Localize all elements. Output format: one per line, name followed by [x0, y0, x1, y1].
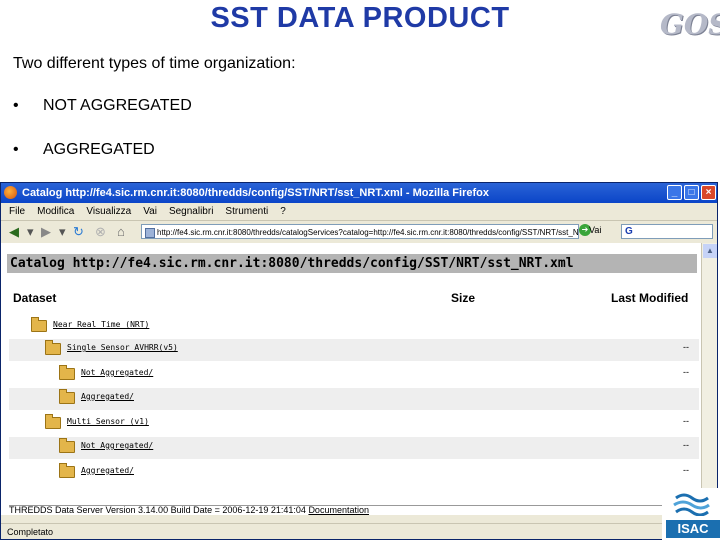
last-modified-value: -- — [683, 416, 689, 426]
folder-icon — [31, 317, 47, 332]
last-modified-value: -- — [683, 367, 689, 377]
menu-bar: File Modifica Visualizza Vai Segnalibri … — [1, 203, 717, 221]
bullet-glyph: • — [13, 97, 19, 114]
bullet-text: AGGREGATED — [43, 141, 155, 158]
search-input[interactable]: G — [621, 224, 713, 239]
bullet-item: • NOT AGGREGATED — [13, 97, 192, 115]
menu-edit[interactable]: Modifica — [37, 206, 74, 217]
last-modified-value: -- — [683, 440, 689, 450]
folder-icon — [59, 389, 75, 404]
column-header-last-modified: Last Modified — [611, 291, 689, 305]
gos-logo: GOS — [660, 8, 720, 41]
table-row: Aggregated/ -- — [9, 462, 699, 484]
server-version-text: THREDDS Data Server Version 3.14.00 Buil… — [9, 505, 306, 515]
page-content: Catalog http://fe4.sic.rm.cnr.it:8080/th… — [1, 243, 701, 515]
folder-icon — [45, 414, 61, 429]
documentation-link[interactable]: Documentation — [308, 505, 369, 515]
folder-icon — [59, 438, 75, 453]
close-button[interactable]: × — [701, 185, 716, 200]
url-input[interactable]: http://fe4.sic.rm.cnr.it:8080/thredds/ca… — [141, 224, 579, 239]
navigation-toolbar: ◀ ▾ ▶ ▾ ↻ ⊗ ⌂ http://fe4.sic.rm.cnr.it:8… — [1, 221, 717, 244]
table-row: Single Sensor AVHRR(v5) -- — [9, 339, 699, 361]
bullet-glyph: • — [13, 141, 19, 158]
bullet-item: • AGGREGATED — [13, 141, 155, 159]
status-text: Completato — [7, 527, 54, 537]
slide-subtitle: Two different types of time organization… — [13, 55, 296, 72]
status-bar: Completato — [1, 523, 717, 539]
home-icon[interactable]: ⌂ — [117, 225, 125, 239]
scroll-up-arrow-icon[interactable]: ▲ — [703, 244, 717, 258]
dataset-link[interactable]: Aggregated/ — [81, 466, 134, 475]
page-icon — [145, 228, 155, 238]
forward-arrow-icon[interactable]: ▶ — [41, 225, 51, 239]
server-footer: THREDDS Data Server Version 3.14.00 Buil… — [9, 505, 369, 515]
slide-title: SST DATA PRODUCT — [210, 2, 510, 34]
menu-bookmarks[interactable]: Segnalibri — [169, 206, 213, 217]
minimize-button[interactable]: _ — [667, 185, 682, 200]
isac-logo: ISAC — [662, 488, 720, 540]
url-text: http://fe4.sic.rm.cnr.it:8080/thredds/ca… — [157, 228, 579, 237]
folder-icon — [59, 463, 75, 478]
menu-help[interactable]: ? — [280, 206, 286, 217]
dropdown-arrow-icon[interactable]: ▾ — [27, 225, 34, 239]
dataset-link[interactable]: Multi Sensor (v1) — [67, 417, 149, 426]
maximize-button[interactable]: □ — [684, 185, 699, 200]
go-button[interactable]: Vai — [589, 225, 601, 235]
catalog-heading: Catalog http://fe4.sic.rm.cnr.it:8080/th… — [7, 254, 697, 273]
dataset-link[interactable]: Single Sensor AVHRR(v5) — [67, 343, 178, 352]
column-header-dataset: Dataset — [13, 291, 57, 305]
browser-window: Catalog http://fe4.sic.rm.cnr.it:8080/th… — [0, 182, 718, 540]
menu-go[interactable]: Vai — [143, 206, 157, 217]
reload-icon[interactable]: ↻ — [73, 225, 84, 239]
menu-view[interactable]: Visualizza — [86, 206, 131, 217]
folder-icon — [59, 365, 75, 380]
isac-waves-icon — [673, 493, 710, 516]
dataset-link[interactable]: Aggregated/ — [81, 392, 134, 401]
window-titlebar[interactable]: Catalog http://fe4.sic.rm.cnr.it:8080/th… — [1, 183, 717, 203]
firefox-icon — [4, 186, 17, 199]
vertical-scrollbar[interactable]: ▲ — [701, 243, 717, 515]
bullet-text: NOT AGGREGATED — [43, 97, 192, 114]
menu-file[interactable]: File — [9, 206, 25, 217]
table-row: Aggregated/ — [9, 388, 699, 410]
dataset-link[interactable]: Near Real Time (NRT) — [53, 320, 149, 329]
folder-icon — [45, 340, 61, 355]
window-title: Catalog http://fe4.sic.rm.cnr.it:8080/th… — [22, 187, 489, 199]
table-row: Not Aggregated/ -- — [9, 364, 699, 386]
table-row: Near Real Time (NRT) — [9, 316, 699, 338]
last-modified-value: -- — [683, 342, 689, 352]
dropdown-arrow-icon[interactable]: ▾ — [59, 225, 66, 239]
stop-icon[interactable]: ⊗ — [95, 225, 106, 239]
table-row: Not Aggregated/ -- — [9, 437, 699, 459]
menu-tools[interactable]: Strumenti — [225, 206, 268, 217]
last-modified-value: -- — [683, 465, 689, 475]
column-header-size: Size — [451, 291, 476, 305]
dataset-link[interactable]: Not Aggregated/ — [81, 368, 153, 377]
search-engine-icon: G — [625, 226, 633, 237]
dataset-link[interactable]: Not Aggregated/ — [81, 441, 153, 450]
table-row: Multi Sensor (v1) -- — [9, 413, 699, 435]
isac-logo-text: ISAC — [666, 520, 720, 538]
back-arrow-icon[interactable]: ◀ — [9, 225, 19, 239]
